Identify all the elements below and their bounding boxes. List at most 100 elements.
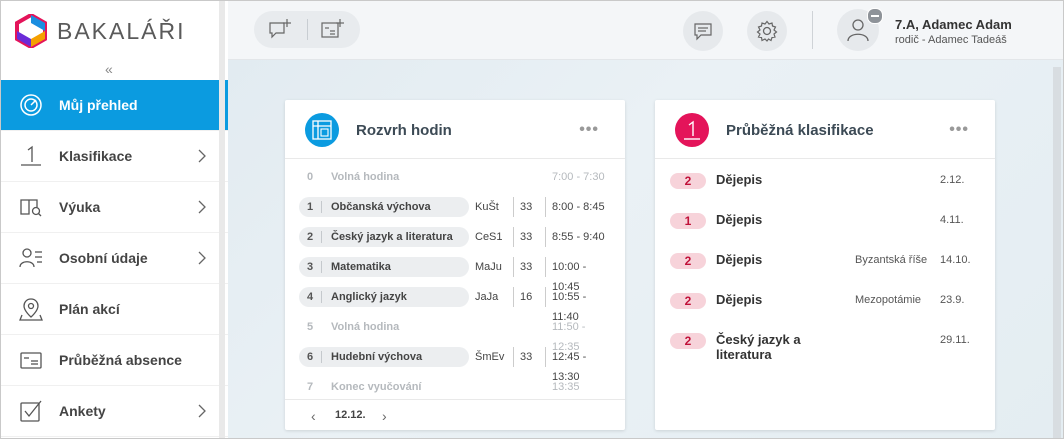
sidebar-item-ankety[interactable]: Ankety bbox=[1, 386, 228, 437]
checkbox-icon bbox=[20, 400, 42, 422]
pill-divider bbox=[321, 231, 322, 243]
grade-badge: 1 bbox=[670, 213, 706, 229]
schedule-row[interactable]: 7 Konec vyučování 13:35 bbox=[299, 377, 613, 399]
grade-subject: Český jazyk a literatura bbox=[716, 332, 801, 362]
lesson-teacher: CeS1 bbox=[475, 231, 503, 243]
grade-subject: Dějepis bbox=[716, 212, 763, 227]
sidebar-nav: Můj přehled Klasifikace Výuka Osobní úda… bbox=[1, 80, 228, 437]
grade-note: Byzantská říše bbox=[855, 254, 928, 266]
settings-button[interactable] bbox=[747, 11, 787, 51]
sidebar-item-label: Můj přehled bbox=[59, 97, 138, 113]
schedule-row[interactable]: 6 Hudební výchova ŠmEv 33 12:45 - 13:30 bbox=[299, 347, 613, 383]
absence-card-icon bbox=[20, 352, 42, 369]
sidebar-item-prubezna-absence[interactable]: Průběžná absence bbox=[1, 335, 228, 386]
pill-divider bbox=[321, 201, 322, 213]
new-absence-icon[interactable] bbox=[320, 18, 344, 40]
lesson-number: 0 bbox=[306, 171, 314, 183]
logo[interactable]: BAKALÁŘI bbox=[15, 13, 186, 49]
grade-row[interactable]: 2 Dějepis 2.12. bbox=[670, 165, 985, 195]
map-pin-icon bbox=[19, 298, 43, 321]
grade-date: 14.10. bbox=[940, 254, 971, 266]
grade-date: 23.9. bbox=[940, 294, 965, 306]
lesson-subject: Konec vyučování bbox=[331, 381, 422, 393]
sidebar-item-label: Plán akcí bbox=[59, 301, 120, 317]
grade-date: 4.11. bbox=[940, 214, 964, 226]
schedule-row[interactable]: 0 Volná hodina 7:00 - 7:30 bbox=[299, 167, 613, 189]
lesson-subject: Občanská výchova bbox=[331, 201, 431, 213]
more-options-button[interactable]: ••• bbox=[949, 121, 969, 139]
card-title: Průběžná klasifikace bbox=[726, 122, 874, 139]
lesson-room: 16 bbox=[513, 287, 532, 307]
main-scrollbar[interactable] bbox=[1053, 67, 1061, 438]
lesson-number: 3 bbox=[306, 261, 314, 273]
pill-divider bbox=[321, 261, 322, 273]
next-day-button[interactable]: › bbox=[382, 408, 387, 424]
lesson-time: 8:55 - 9:40 bbox=[545, 227, 605, 247]
messages-button[interactable] bbox=[683, 11, 723, 51]
lesson-room: 33 bbox=[513, 197, 532, 217]
sidebar-item-label: Ankety bbox=[59, 403, 106, 419]
new-message-icon[interactable] bbox=[268, 18, 292, 40]
lesson-time: 10:55 - 11:40 bbox=[545, 287, 613, 323]
grade-row[interactable]: 2 Český jazyk a literatura 29.11. bbox=[670, 325, 985, 362]
bakalari-logo-icon bbox=[15, 14, 47, 48]
user-name[interactable]: 7.A, Adamec Adam bbox=[895, 17, 1012, 32]
grade-badge: 2 bbox=[670, 293, 706, 309]
gear-icon bbox=[756, 20, 778, 42]
chevron-right-icon bbox=[198, 200, 206, 214]
sidebar-item-osobni-udaje[interactable]: Osobní údaje bbox=[1, 233, 228, 284]
schedule-row[interactable]: 2 Český jazyk a literatura CeS1 33 8:55 … bbox=[299, 227, 613, 249]
grade-row[interactable]: 2 Dějepis Byzantská říše 14.10. bbox=[670, 245, 985, 275]
user-icon bbox=[847, 19, 869, 42]
topbar: 7.A, Adamec Adam rodič - Adamec Tadeáš bbox=[228, 1, 1063, 60]
pill-divider bbox=[321, 291, 322, 303]
sidebar-item-muj-prehled[interactable]: Můj přehled bbox=[1, 80, 228, 131]
grade-one-icon bbox=[684, 120, 700, 140]
chevron-right-icon bbox=[198, 251, 206, 265]
grades-card: Průběžná klasifikace ••• 2 Dějepis 2.12.… bbox=[655, 100, 995, 430]
logo-text: BAKALÁŘI bbox=[57, 17, 186, 44]
lesson-teacher: KuŠt bbox=[475, 201, 499, 213]
schedule-date: 12.12. bbox=[335, 409, 366, 421]
sidebar-item-label: Průběžná absence bbox=[59, 352, 182, 368]
lesson-teacher: JaJa bbox=[475, 291, 499, 303]
schedule-row[interactable]: 3 Matematika MaJu 33 10:00 - 10:45 bbox=[299, 257, 613, 293]
grade-row[interactable]: 1 Dějepis 4.11. bbox=[670, 205, 985, 235]
more-options-button[interactable]: ••• bbox=[579, 121, 599, 139]
lesson-room: 33 bbox=[513, 257, 532, 277]
previous-day-button[interactable]: ‹ bbox=[311, 408, 316, 424]
lesson-subject: Volná hodina bbox=[331, 321, 400, 333]
grades-icon-circle bbox=[675, 113, 709, 147]
schedule-icon-circle bbox=[305, 113, 339, 147]
lesson-teacher: MaJu bbox=[475, 261, 502, 273]
dashboard-gauge-icon bbox=[20, 94, 42, 116]
grade-row[interactable]: 2 Dějepis Mezopotámie 23.9. bbox=[670, 285, 985, 315]
person-list-icon bbox=[19, 248, 42, 268]
sidebar-item-plan-akci[interactable]: Plán akcí bbox=[1, 284, 228, 335]
app-window: BAKALÁŘI « Můj přehled Klasifikace Výuka… bbox=[0, 0, 1064, 439]
chevron-right-icon bbox=[198, 149, 206, 163]
grade-date: 29.11. bbox=[940, 334, 970, 346]
lesson-time: 7:00 - 7:30 bbox=[552, 171, 605, 183]
sidebar-scrollbar[interactable] bbox=[219, 1, 225, 438]
grade-badge: 2 bbox=[670, 253, 706, 269]
book-search-icon bbox=[20, 199, 42, 217]
sidebar-item-vyuka[interactable]: Výuka bbox=[1, 182, 228, 233]
grade-subject: Dějepis bbox=[716, 292, 763, 307]
schedule-row[interactable]: 4 Anglický jazyk JaJa 16 10:55 - 11:40 bbox=[299, 287, 613, 323]
grade-badge: 2 bbox=[670, 333, 706, 349]
sidebar-item-label: Klasifikace bbox=[59, 148, 133, 164]
sidebar-item-klasifikace[interactable]: Klasifikace bbox=[1, 131, 228, 182]
lesson-room: 33 bbox=[513, 227, 532, 247]
lesson-number: 2 bbox=[306, 231, 314, 243]
lesson-subject: Hudební výchova bbox=[331, 351, 423, 363]
chevron-right-icon bbox=[198, 404, 206, 418]
schedule-row[interactable]: 1 Občanská výchova KuŠt 33 8:00 - 8:45 bbox=[299, 197, 613, 219]
main-content: Rozvrh hodin ••• 0 Volná hodina 7:00 - 7… bbox=[228, 60, 1063, 438]
grade-note: Mezopotámie bbox=[855, 294, 922, 306]
card-header: Rozvrh hodin ••• bbox=[285, 100, 625, 159]
collapse-sidebar-button[interactable]: « bbox=[105, 61, 113, 77]
lesson-time: 8:00 - 8:45 bbox=[545, 197, 605, 217]
pill-divider bbox=[321, 351, 322, 363]
schedule-row[interactable]: 5 Volná hodina 11:50 - 12:35 bbox=[299, 317, 613, 353]
